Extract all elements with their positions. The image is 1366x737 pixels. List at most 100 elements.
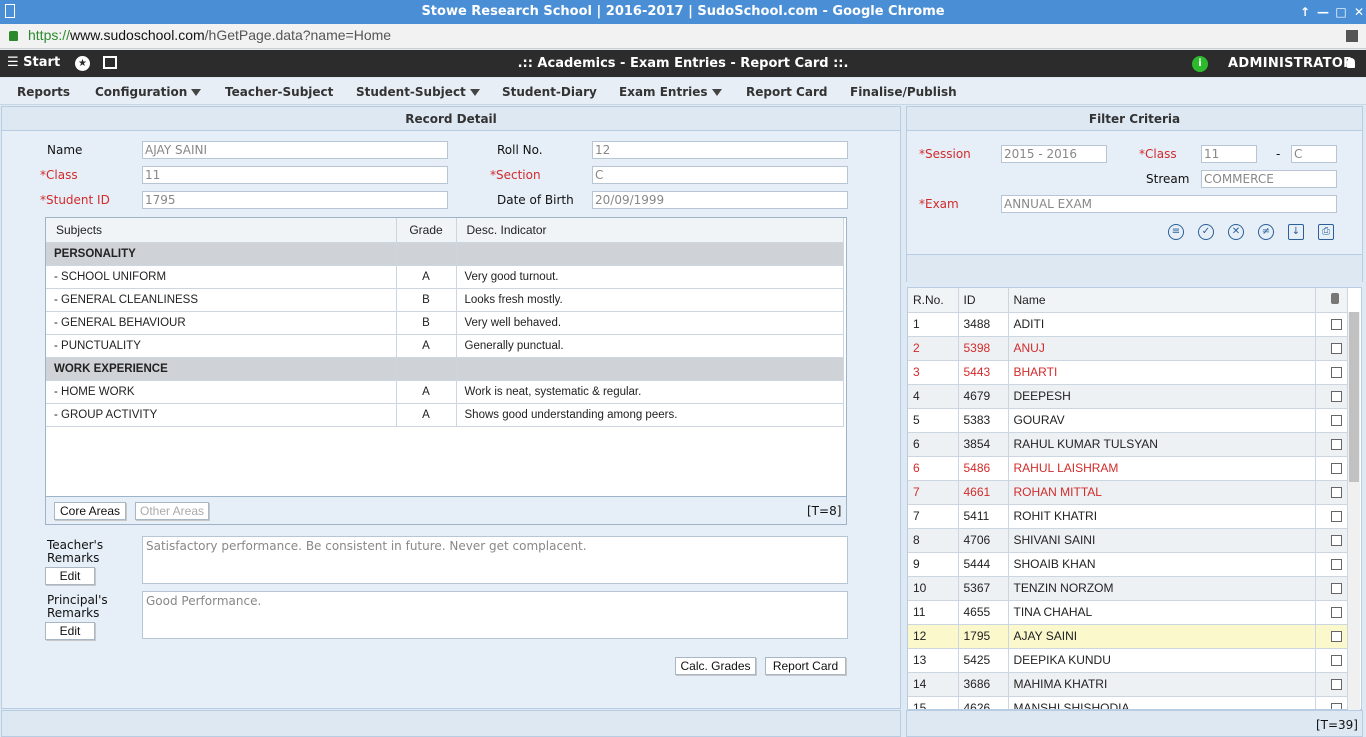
student-row[interactable]: 13 5425 DEEPIKA KUNDU bbox=[908, 648, 1348, 673]
student-row[interactable]: 12 1795 AJAY SAINI bbox=[908, 624, 1348, 649]
teacher-edit-button[interactable]: Edit bbox=[45, 567, 95, 585]
not-equal-icon[interactable]: ≠ bbox=[1258, 224, 1274, 240]
user-name[interactable]: ADMINISTRATOR bbox=[1228, 56, 1353, 71]
restore-up-icon[interactable]: ↑ bbox=[1296, 0, 1314, 24]
row-checkbox[interactable] bbox=[1330, 631, 1342, 643]
dob-field[interactable]: 20/09/1999 bbox=[592, 191, 848, 209]
row-checkbox[interactable] bbox=[1330, 487, 1342, 499]
teacher-remarks-textarea[interactable]: Satisfactory performance. Be consistent … bbox=[142, 536, 848, 584]
student-row[interactable]: 7 4661 ROHAN MITTAL bbox=[908, 480, 1348, 505]
menu-configuration[interactable]: Configuration bbox=[95, 85, 202, 99]
filter-criteria-panel: Filter Criteria bbox=[906, 106, 1363, 282]
menu-student-subject[interactable]: Student-Subject bbox=[356, 85, 480, 99]
row-checkbox[interactable] bbox=[1330, 511, 1342, 523]
close-icon[interactable]: ✕ bbox=[1350, 0, 1366, 24]
row-checkbox[interactable] bbox=[1330, 703, 1342, 709]
core-areas-button[interactable]: Core Areas bbox=[54, 502, 126, 520]
subject-row[interactable]: - GENERAL BEHAVIOUR B Very well behaved. bbox=[46, 311, 844, 335]
menu-reports[interactable]: Reports bbox=[17, 85, 70, 99]
other-areas-button[interactable]: Other Areas bbox=[135, 502, 209, 520]
col-desc-indicator[interactable]: Desc. Indicator bbox=[456, 218, 844, 243]
student-id-field[interactable]: 1795 bbox=[142, 191, 448, 209]
row-checkbox[interactable] bbox=[1330, 583, 1342, 595]
student-row[interactable]: 14 3686 MAHIMA KHATRI bbox=[908, 672, 1348, 697]
name-field[interactable]: AJAY SAINI bbox=[142, 141, 448, 159]
student-row[interactable]: 11 4655 TINA CHAHAL bbox=[908, 600, 1348, 625]
extension-icon[interactable] bbox=[1346, 30, 1358, 42]
student-row[interactable]: 15 4626 MANSHI SHISHODIA bbox=[908, 696, 1348, 709]
row-checkbox[interactable] bbox=[1330, 607, 1342, 619]
session-field[interactable]: 2015 - 2016 bbox=[1001, 145, 1107, 163]
row-checkbox[interactable] bbox=[1330, 391, 1342, 403]
menu-student-diary[interactable]: Student-Diary bbox=[502, 85, 597, 99]
subject-row[interactable]: - SCHOOL UNIFORM A Very good turnout. bbox=[46, 265, 844, 289]
student-row[interactable]: 5 5383 GOURAV bbox=[908, 408, 1348, 433]
stream-field[interactable]: COMMERCE bbox=[1201, 170, 1337, 188]
subject-group-row[interactable]: WORK EXPERIENCE bbox=[46, 357, 844, 381]
id-cell: 5444 bbox=[958, 552, 1009, 577]
principal-remarks-textarea[interactable]: Good Performance. bbox=[142, 591, 848, 639]
user-icon[interactable] bbox=[1347, 58, 1355, 68]
row-checkbox[interactable] bbox=[1330, 319, 1342, 331]
check-icon[interactable]: ✓ bbox=[1198, 224, 1214, 240]
student-row[interactable]: 10 5367 TENZIN NORZOM bbox=[908, 576, 1348, 601]
address-bar[interactable]: https://www.sudoschool.com/hGetPage.data… bbox=[0, 24, 1366, 49]
row-checkbox[interactable] bbox=[1330, 415, 1342, 427]
maximize-icon[interactable]: □ bbox=[1332, 0, 1350, 24]
download-icon[interactable]: ↓ bbox=[1288, 224, 1304, 240]
student-row[interactable]: 4 4679 DEEPESH bbox=[908, 384, 1348, 409]
class-field[interactable]: 11 bbox=[142, 166, 448, 184]
menu-teacher-subject[interactable]: Teacher-Subject bbox=[225, 85, 333, 99]
col-rno[interactable]: R.No. bbox=[908, 288, 959, 313]
subject-row[interactable]: - HOME WORK A Work is neat, systematic & r… bbox=[46, 380, 844, 404]
student-row[interactable]: 7 5411 ROHIT KHATRI bbox=[908, 504, 1348, 529]
menu-exam-entries[interactable]: Exam Entries bbox=[619, 85, 722, 99]
filter-section-field[interactable]: C bbox=[1291, 145, 1337, 163]
subject-row[interactable]: - PUNCTUALITY A Generally punctual. bbox=[46, 334, 844, 358]
report-card-button[interactable]: Report Card bbox=[765, 657, 846, 675]
principal-edit-button[interactable]: Edit bbox=[45, 622, 95, 640]
col-subjects[interactable]: Subjects bbox=[46, 218, 397, 243]
print-icon[interactable]: ⎙ bbox=[1318, 224, 1334, 240]
info-icon[interactable]: i bbox=[1192, 56, 1208, 72]
col-select[interactable] bbox=[1315, 288, 1348, 313]
student-row[interactable]: 8 4706 SHIVANI SAINI bbox=[908, 528, 1348, 553]
menu-finalise-publish[interactable]: Finalise/Publish bbox=[850, 85, 957, 99]
student-row[interactable]: 1 3488 ADITI bbox=[908, 312, 1348, 337]
url-text[interactable]: https://www.sudoschool.com/hGetPage.data… bbox=[28, 27, 391, 43]
student-row[interactable]: 6 5486 RAHUL LAISHRAM bbox=[908, 456, 1348, 481]
row-checkbox[interactable] bbox=[1330, 439, 1342, 451]
roll-field[interactable]: 12 bbox=[592, 141, 848, 159]
row-checkbox[interactable] bbox=[1330, 559, 1342, 571]
student-list-scrollbar[interactable] bbox=[1348, 312, 1360, 710]
subject-row[interactable]: - GROUP ACTIVITY A Shows good understandin… bbox=[46, 403, 844, 427]
col-id[interactable]: ID bbox=[958, 288, 1009, 313]
student-row[interactable]: 6 3854 RAHUL KUMAR TULSYAN bbox=[908, 432, 1348, 457]
section-field[interactable]: C bbox=[592, 166, 848, 184]
menu-report-card[interactable]: Report Card bbox=[746, 85, 827, 99]
row-checkbox[interactable] bbox=[1330, 655, 1342, 667]
student-row[interactable]: 3 5443 BHARTI bbox=[908, 360, 1348, 385]
col-grade[interactable]: Grade bbox=[396, 218, 457, 243]
scrollbar-thumb[interactable] bbox=[1349, 312, 1359, 482]
row-checkbox[interactable] bbox=[1330, 343, 1342, 355]
row-checkbox[interactable] bbox=[1330, 463, 1342, 475]
calc-grades-button[interactable]: Calc. Grades bbox=[675, 657, 756, 675]
student-row[interactable]: 2 5398 ANUJ bbox=[908, 336, 1348, 361]
cancel-icon[interactable]: ✕ bbox=[1228, 224, 1244, 240]
exam-field[interactable]: ANNUAL EXAM bbox=[1001, 195, 1337, 213]
student-row[interactable]: 9 5444 SHOAIB KHAN bbox=[908, 552, 1348, 577]
row-checkbox[interactable] bbox=[1330, 367, 1342, 379]
col-name[interactable]: Name bbox=[1008, 288, 1316, 313]
select-cell bbox=[1315, 480, 1348, 505]
menu-label: Report Card bbox=[746, 85, 828, 99]
subject-row[interactable]: - GENERAL CLEANLINESS B Looks fresh mostly… bbox=[46, 288, 844, 312]
row-checkbox[interactable] bbox=[1330, 535, 1342, 547]
subject-group-row[interactable]: PERSONALITY bbox=[46, 242, 844, 266]
subject-cell: - PUNCTUALITY bbox=[46, 334, 397, 358]
minimize-icon[interactable]: — bbox=[1314, 0, 1332, 24]
list-icon[interactable]: ≡ bbox=[1168, 224, 1184, 240]
filter-class-field[interactable]: 11 bbox=[1201, 145, 1257, 163]
row-checkbox[interactable] bbox=[1330, 679, 1342, 691]
trash-icon[interactable] bbox=[1330, 292, 1339, 304]
